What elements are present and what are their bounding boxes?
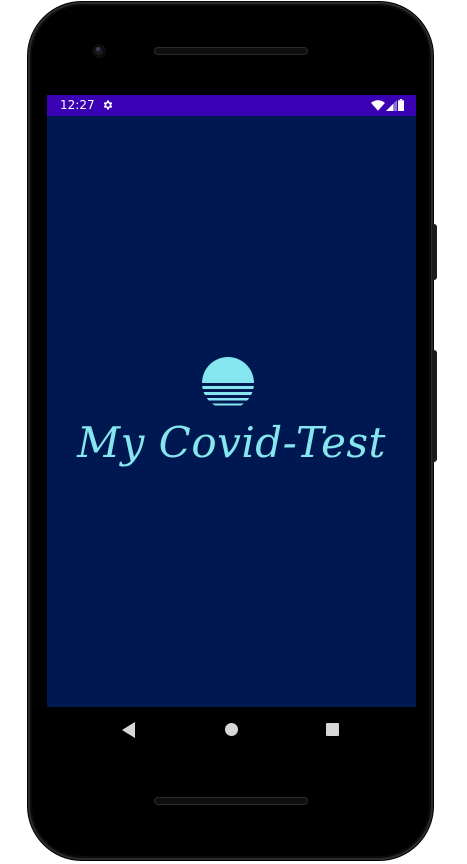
back-icon[interactable] xyxy=(122,722,136,738)
app-screen: 12:27 My Covid-Test xyxy=(47,95,416,707)
navigation-bar xyxy=(47,708,416,752)
volume-button xyxy=(432,350,437,462)
power-button xyxy=(432,224,437,280)
home-icon[interactable] xyxy=(225,723,238,736)
bottom-speaker xyxy=(154,797,308,805)
top-speaker xyxy=(154,47,308,55)
sunset-icon xyxy=(202,357,254,406)
recents-icon[interactable] xyxy=(326,723,339,736)
app-title: My Covid-Test xyxy=(77,418,386,467)
app-logo: My Covid-Test xyxy=(47,95,416,707)
front-camera xyxy=(92,44,106,58)
